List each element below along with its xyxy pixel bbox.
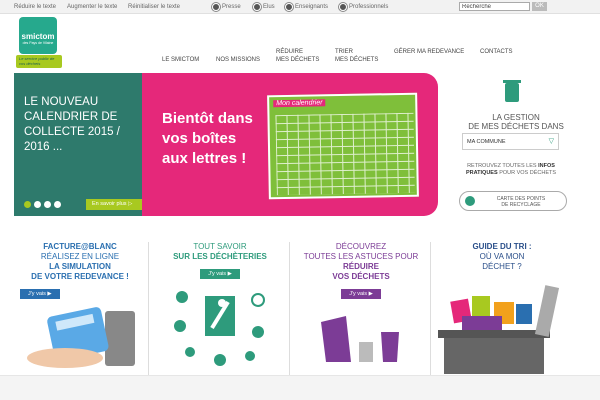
search-input[interactable] — [459, 2, 530, 11]
calculator-illustration — [27, 307, 135, 368]
bins-illustration — [321, 316, 399, 362]
reduire-block: DÉCOUVREZ TOUTES LES ASTUCES POUR RÉDUIR… — [291, 242, 431, 377]
search-ok-button[interactable]: OK — [532, 2, 547, 11]
nav-redevance[interactable]: GÉRER MA REDEVANCE — [394, 48, 464, 56]
bullet-icon — [285, 3, 293, 11]
divider — [430, 242, 431, 377]
divider — [289, 242, 290, 377]
more-button[interactable]: En savoir plus ▷ — [86, 199, 146, 210]
map-pin-icon — [465, 196, 475, 206]
decheteries-go-button[interactable]: J'y vais ▶ — [200, 269, 240, 279]
retro-text: RETROUVEZ TOUTES LES INFOS PRATIQUES POU… — [465, 163, 557, 176]
audience-elus[interactable]: Elus — [253, 3, 275, 11]
reset-text-link[interactable]: Réinitialiser le texte — [128, 4, 180, 10]
recycling-map-button[interactable]: CARTE DES POINTS DE RECYCLAGE — [459, 191, 567, 211]
slide-headline: Bientôt dans vos boîtes aux lettres ! — [162, 110, 253, 167]
footer-strip — [0, 375, 600, 400]
utility-bar: Réduire le texte Augmenter le texte Réin… — [0, 0, 600, 14]
commune-select[interactable]: MA COMMUNE ▽ — [462, 133, 559, 150]
facture-blanc-block: FACTURE@BLANC RÉALISEZ EN LIGNE LA SIMUL… — [10, 242, 150, 377]
calendar-grid — [275, 112, 415, 196]
guide-tri-block: GUIDE DU TRI : OÙ VA MON DÉCHET ? — [432, 242, 572, 377]
logo[interactable]: smictom des Pays de Vilaine — [19, 17, 57, 54]
audience-professionnels[interactable]: Professionnels — [339, 3, 388, 11]
increase-text-link[interactable]: Augmenter le texte — [67, 4, 117, 10]
slide-banner[interactable]: Bientôt dans vos boîtes aux lettres ! Mo… — [142, 73, 438, 216]
nav-le-smictom[interactable]: LE SMICTOM — [162, 56, 199, 64]
divider — [148, 242, 149, 377]
reduire-go-button[interactable]: J'y vais ▶ — [341, 289, 381, 299]
calendar-image: Mon calendrier — [267, 92, 419, 200]
bullet-icon — [212, 3, 220, 11]
recycling-illustration — [174, 291, 265, 366]
slide-dot[interactable] — [34, 201, 41, 208]
audience-enseignants[interactable]: Enseignants — [285, 3, 328, 11]
slide-dot[interactable] — [24, 201, 31, 208]
slider-pagination — [24, 201, 61, 208]
nav-contacts[interactable]: CONTACTS — [480, 48, 513, 56]
slide-dot[interactable] — [44, 201, 51, 208]
bullet-icon — [339, 3, 347, 11]
bullet-icon — [253, 3, 261, 11]
facture-go-button[interactable]: J'y vais ▶ — [20, 289, 60, 299]
logo-tagline: Le service public de vos déchets — [16, 55, 62, 68]
nav-reduire[interactable]: RÉDUIRE MES DÉCHETS — [276, 48, 319, 64]
sorting-bin-illustration — [438, 285, 560, 374]
audience-presse[interactable]: Presse — [212, 3, 241, 11]
chevron-down-icon: ▽ — [548, 138, 554, 145]
slide-dot[interactable] — [54, 201, 61, 208]
slide-title[interactable]: LE NOUVEAU CALENDRIER DE COLLECTE 2015 /… — [24, 95, 144, 155]
nav-trier[interactable]: TRIER MES DÉCHETS — [335, 48, 378, 64]
nav-nos-missions[interactable]: NOS MISSIONS — [216, 56, 260, 64]
slider-caption: LE NOUVEAU CALENDRIER DE COLLECTE 2015 /… — [14, 73, 146, 216]
decheteries-block: TOUT SAVOIR SUR LES DÉCHÈTERIES J'y vais… — [150, 242, 290, 377]
reduce-text-link[interactable]: Réduire le texte — [14, 4, 56, 10]
commune-heading: LA GESTION DE MES DÉCHETS DANS — [468, 113, 564, 131]
arrow-right-icon: ▷ — [128, 201, 133, 207]
trash-bin-icon — [503, 80, 521, 102]
